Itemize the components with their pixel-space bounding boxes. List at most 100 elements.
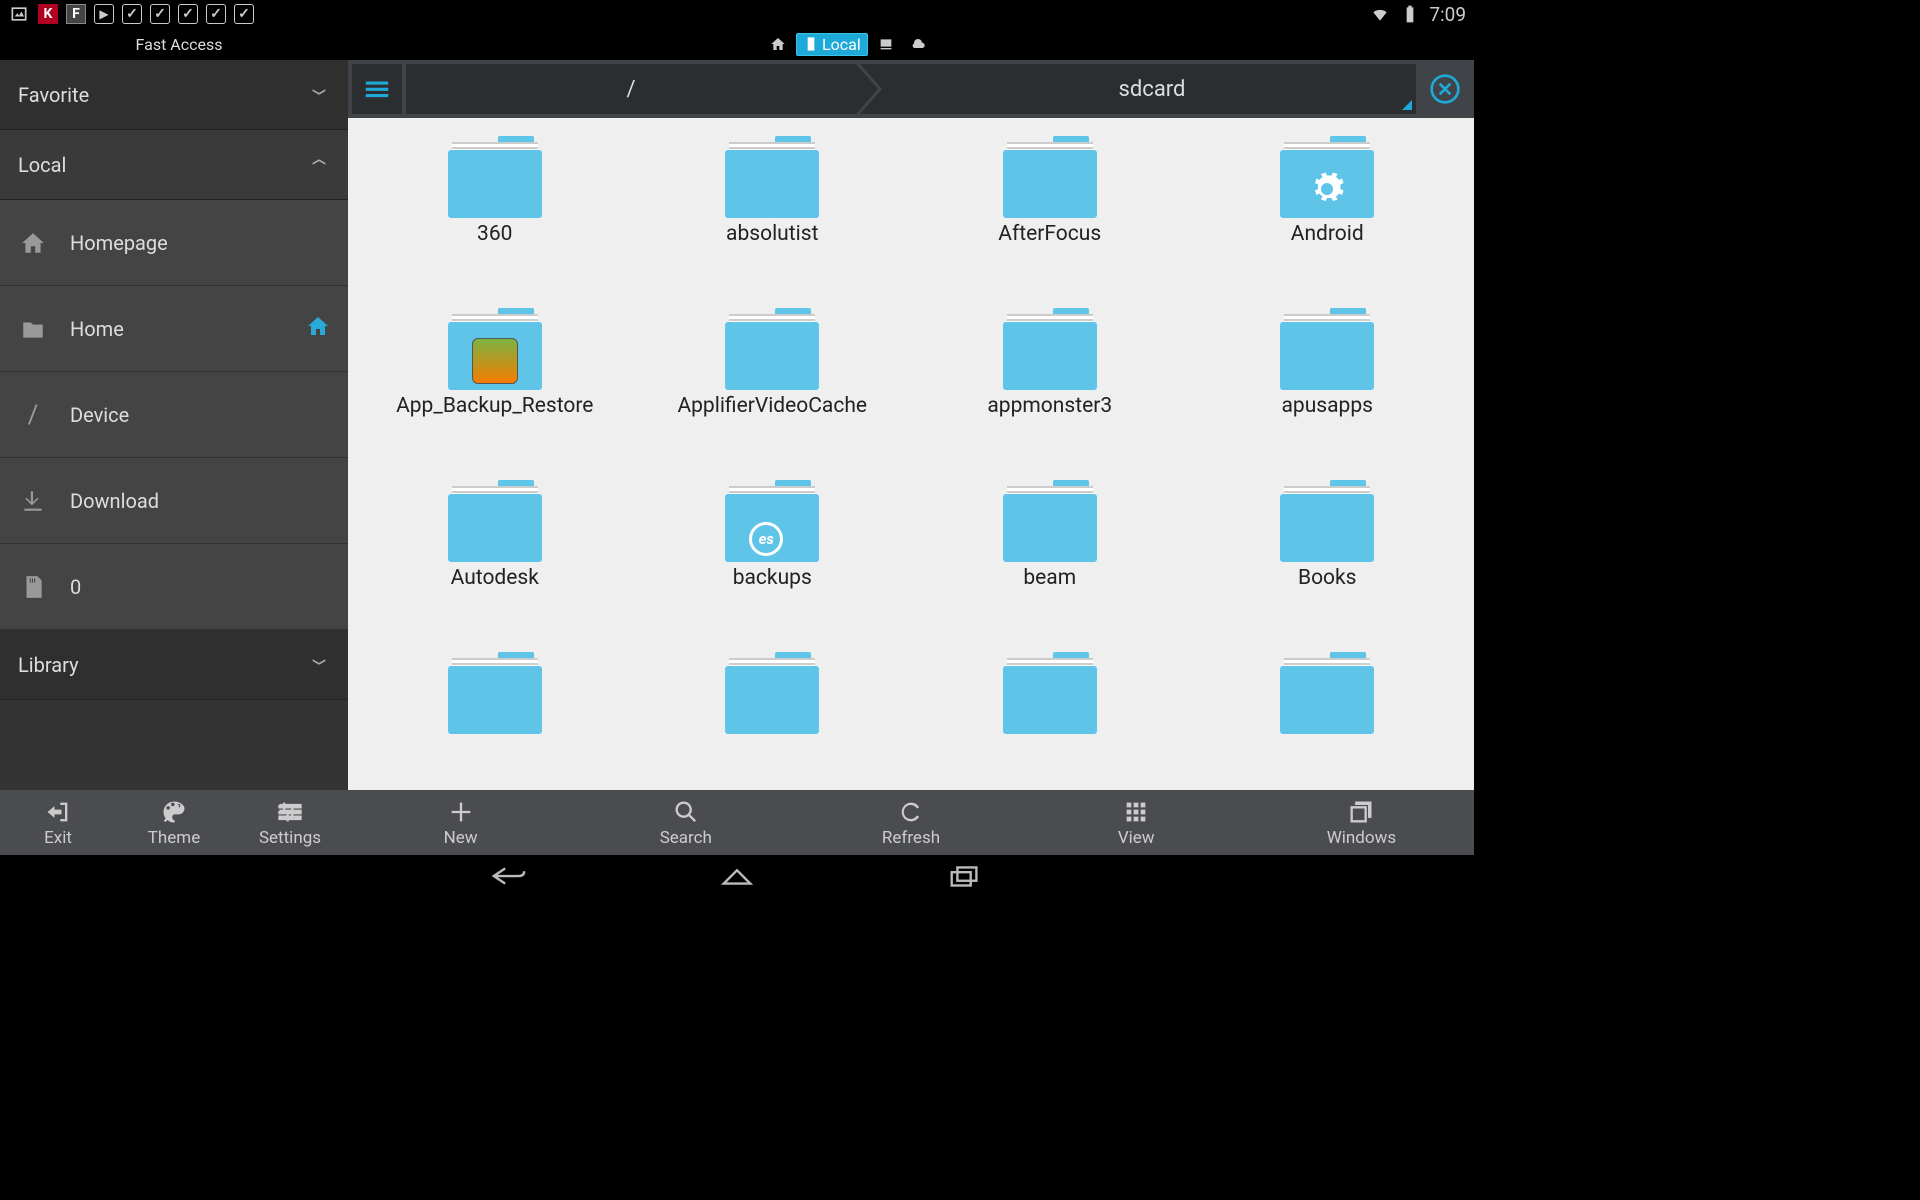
new-button[interactable]: New <box>348 790 573 855</box>
folder-item[interactable]: beam <box>911 480 1189 652</box>
folder-label: App_Backup_Restore <box>396 394 593 418</box>
folder-label: apusapps <box>1282 394 1373 418</box>
folder-item[interactable]: App_Backup_Restore <box>356 308 634 480</box>
folder-item[interactable]: es backups <box>634 480 912 652</box>
sidebar-section-local[interactable]: Local <box>0 130 348 200</box>
chevron-down-icon <box>308 81 330 108</box>
refresh-button[interactable]: Refresh <box>798 790 1023 855</box>
recent-apps-button[interactable] <box>946 860 984 896</box>
local-label: Local <box>18 153 66 177</box>
refresh-label: Refresh <box>882 828 940 848</box>
folder-icon <box>725 308 819 390</box>
view-button[interactable]: View <box>1024 790 1249 855</box>
folder-icon <box>725 136 819 218</box>
flipboard-icon: F <box>66 4 86 24</box>
folder-label: AfterFocus <box>998 222 1101 246</box>
sidebar-item-sdcard[interactable]: 0 <box>0 544 348 630</box>
folder-item[interactable]: Autodesk <box>356 480 634 652</box>
folder-icon: es <box>725 480 819 562</box>
tab-cloud[interactable] <box>904 35 932 53</box>
folder-label: backups <box>733 566 812 590</box>
check-icon: ✓ <box>206 4 226 24</box>
theme-label: Theme <box>148 828 200 848</box>
settings-label: Settings <box>259 828 321 848</box>
folder-icon <box>448 652 542 734</box>
folder-icon <box>448 136 542 218</box>
sidebar-item-home[interactable]: Home <box>0 286 348 372</box>
sidebar-item-homepage[interactable]: Homepage <box>0 200 348 286</box>
search-button[interactable]: Search <box>573 790 798 855</box>
folder-icon <box>1280 652 1374 734</box>
exit-button[interactable]: Exit <box>0 790 116 855</box>
check-icon: ✓ <box>150 4 170 24</box>
exit-label: Exit <box>44 828 72 848</box>
close-tab-button[interactable] <box>1420 64 1470 114</box>
tab-local[interactable]: Local <box>796 33 868 56</box>
folder-item[interactable]: Android <box>1189 136 1467 308</box>
status-right-icons: 7:09 <box>1369 3 1466 26</box>
folder-label: Android <box>1291 222 1364 246</box>
chevron-up-icon <box>308 151 330 178</box>
dropdown-indicator-icon <box>1402 100 1412 110</box>
folder-icon <box>1003 136 1097 218</box>
app-backup-icon <box>472 338 518 384</box>
image-icon <box>8 3 30 25</box>
folder-label: beam <box>1023 566 1076 590</box>
folder-icon <box>448 480 542 562</box>
folder-item[interactable]: appmonster3 <box>911 308 1189 480</box>
folder-item[interactable]: absolutist <box>634 136 912 308</box>
folder-label: appmonster3 <box>987 394 1112 418</box>
breadcrumb-root[interactable]: / <box>406 64 856 114</box>
sidebar-item-download[interactable]: Download <box>0 458 348 544</box>
hamburger-button[interactable] <box>352 64 402 114</box>
slash-icon: / <box>18 400 48 430</box>
folder-item[interactable]: apusapps <box>1189 308 1467 480</box>
view-label: View <box>1118 828 1155 848</box>
folder-item[interactable] <box>356 652 634 790</box>
home-icon <box>18 228 48 258</box>
wifi-icon <box>1369 3 1391 25</box>
sidebar-item-label: Homepage <box>70 231 168 255</box>
sidebar-section-favorite[interactable]: Favorite <box>0 60 348 130</box>
sidebar-item-device[interactable]: / Device <box>0 372 348 458</box>
battery-icon <box>1399 3 1421 25</box>
folder-icon <box>1003 652 1097 734</box>
sidebar-section-library[interactable]: Library <box>0 630 348 700</box>
android-nav-bar <box>0 855 1474 900</box>
breadcrumb-current[interactable]: sdcard <box>860 64 1416 114</box>
home-button[interactable] <box>718 860 756 896</box>
folder-icon <box>1003 308 1097 390</box>
folder-item[interactable] <box>634 652 912 790</box>
folder-item[interactable]: Books <box>1189 480 1467 652</box>
folder-item[interactable] <box>911 652 1189 790</box>
back-button[interactable] <box>490 860 528 896</box>
check-icon: ✓ <box>122 4 142 24</box>
gear-icon <box>1304 166 1350 212</box>
folder-icon <box>1003 480 1097 562</box>
folder-icon <box>1280 480 1374 562</box>
windows-label: Windows <box>1327 828 1396 848</box>
folder-label: Autodesk <box>451 566 539 590</box>
folder-item[interactable] <box>1189 652 1467 790</box>
status-left-icons: K F ▶ ✓ ✓ ✓ ✓ ✓ <box>8 3 254 25</box>
tab-home[interactable] <box>764 35 792 53</box>
theme-button[interactable]: Theme <box>116 790 232 855</box>
folder-label: 360 <box>477 222 512 246</box>
settings-button[interactable]: Settings <box>232 790 348 855</box>
bottom-toolbar: Exit Theme Settings New Search Refresh V… <box>0 790 1474 855</box>
tab-remote[interactable] <box>872 35 900 53</box>
check-icon: ✓ <box>234 4 254 24</box>
folder-item[interactable]: ApplifierVideoCache <box>634 308 912 480</box>
sidebar-item-label: 0 <box>70 575 81 599</box>
breadcrumb-root-label: / <box>626 77 635 102</box>
library-label: Library <box>18 653 79 677</box>
top-nav-bar: Fast Access Local <box>0 28 1474 60</box>
windows-button[interactable]: Windows <box>1249 790 1474 855</box>
sidebar-item-label: Download <box>70 489 159 513</box>
folder-label: ApplifierVideoCache <box>677 394 867 418</box>
android-status-bar: K F ▶ ✓ ✓ ✓ ✓ ✓ 7:09 <box>0 0 1474 28</box>
home-indicator-icon <box>306 314 330 343</box>
sidebar: Favorite Local Homepage Home / Device Do… <box>0 60 348 790</box>
folder-item[interactable]: 360 <box>356 136 634 308</box>
folder-item[interactable]: AfterFocus <box>911 136 1189 308</box>
